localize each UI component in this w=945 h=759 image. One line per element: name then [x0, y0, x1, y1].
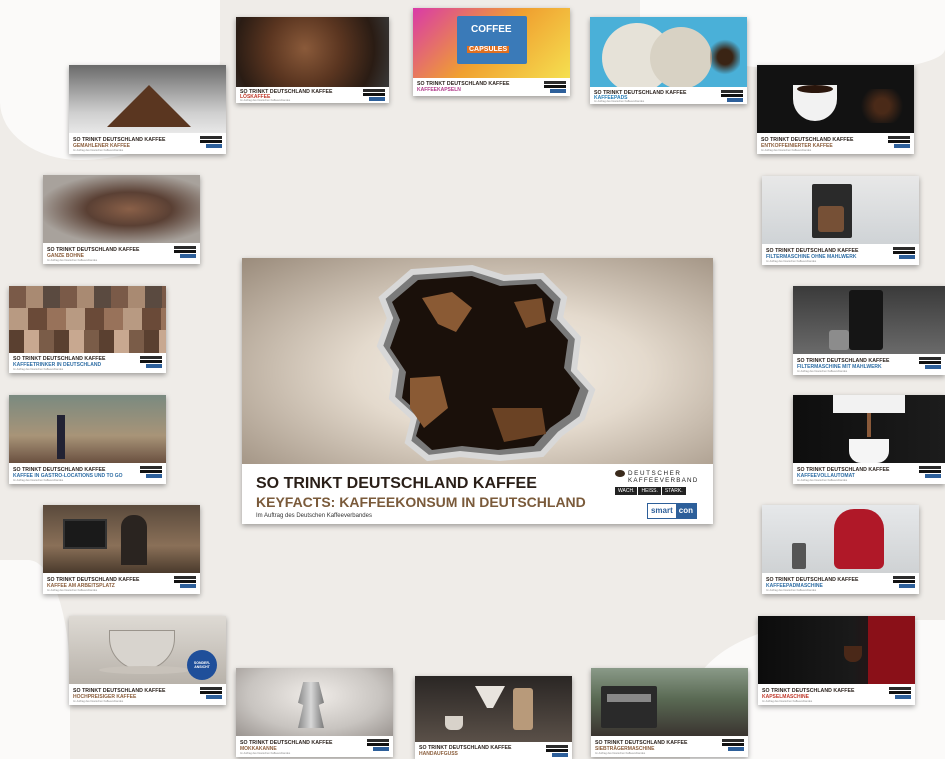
card-image [762, 505, 919, 573]
card-filtermaschine-ohne-mahlwerk[interactable]: SO TRINKT DEUTSCHLAND KAFFEE FILTERMASCH… [762, 176, 919, 265]
card-logo [174, 246, 196, 258]
main-report-card[interactable]: SO TRINKT DEUTSCHLAND KAFFEE KEYFACTS: K… [242, 258, 713, 524]
slogan-word: WACH. [615, 487, 638, 495]
card-credit: Im Auftrag des Deutschen Kaffeeverbandes [47, 259, 98, 262]
logo-line-1: DEUTSCHER [628, 470, 682, 477]
card-subtitle: KAFFEEKAPSELN [417, 87, 461, 93]
card-logo [889, 687, 911, 699]
card-credit: Im Auftrag des Deutschen Kaffeeverbandes [73, 149, 124, 152]
kaffeeverband-logo: DEUTSCHER KAFFEEVERBAND WACH. HEISS. STA… [615, 470, 697, 495]
card-credit: Im Auftrag des Deutschen Kaffeeverbandes [797, 370, 848, 373]
card-logo [721, 90, 743, 102]
card-credit: Im Auftrag des Deutschen Kaffeeverbandes [240, 99, 291, 102]
capsule-box-image: COFFEE CAPSULES [457, 16, 527, 64]
card-credit: Im Auftrag des Deutschen Kaffeeverbandes [766, 260, 817, 263]
card-loeskaffee[interactable]: SO TRINKT DEUTSCHLAND KAFFEE LÖSKAFFEE I… [236, 17, 389, 103]
card-siebtraegermaschine[interactable]: SO TRINKT DEUTSCHLAND KAFFEE SIEBTRÄGERM… [591, 668, 748, 757]
card-credit: Im Auftrag des Deutschen Kaffeeverbandes [762, 700, 813, 703]
card-image: SONDER-ANSICHT [69, 616, 226, 684]
card-image [236, 668, 393, 736]
main-commission-text: Im Auftrag des Deutschen Kaffeeverbandes [256, 513, 372, 519]
card-kaffeekapseln[interactable]: COFFEE CAPSULES SO TRINKT DEUTSCHLAND KA… [413, 8, 570, 96]
card-credit: Im Auftrag des Deutschen Kaffeeverbandes [761, 149, 812, 152]
smartcon-logo-part-a: smart [647, 504, 676, 518]
card-image [236, 17, 389, 87]
smartcon-logo: smart con [646, 503, 697, 519]
card-image [793, 286, 945, 354]
card-image [43, 175, 200, 243]
card-logo [140, 356, 162, 368]
card-credit: Im Auftrag des Deutschen Kaffeeverbandes [240, 752, 291, 755]
card-logo [200, 687, 222, 699]
capsule-box-brand: COFFEE [471, 24, 512, 35]
card-kaffeepads[interactable]: SO TRINKT DEUTSCHLAND KAFFEE KAFFEEPADS … [590, 17, 747, 104]
card-kaffee-am-arbeitsplatz[interactable]: SO TRINKT DEUTSCHLAND KAFFEE KAFFEE AM A… [43, 505, 200, 594]
card-logo [363, 89, 385, 101]
card-logo [893, 247, 915, 259]
card-credit: Im Auftrag des Deutschen Kaffeeverbandes [13, 368, 64, 371]
card-logo [919, 357, 941, 369]
card-image [43, 505, 200, 573]
card-logo [919, 466, 941, 478]
card-image [590, 17, 747, 93]
card-credit: Im Auftrag des Deutschen Kaffeeverbandes [73, 700, 124, 703]
slogan-word: STARK. [661, 487, 686, 495]
card-kaffeetrinker-in-deutschland[interactable]: SO TRINKT DEUTSCHLAND KAFFEE KAFFEETRINK… [9, 286, 166, 373]
card-image [757, 65, 914, 133]
card-credit: Im Auftrag des Deutschen Kaffeeverbandes [797, 479, 848, 482]
card-entkoffeinierter-kaffee[interactable]: SO TRINKT DEUTSCHLAND KAFFEE ENTKOFFEINI… [757, 65, 914, 154]
main-caption: SO TRINKT DEUTSCHLAND KAFFEE KEYFACTS: K… [242, 464, 713, 524]
card-kaffeevollautomat[interactable]: SO TRINKT DEUTSCHLAND KAFFEE KAFFEEVOLLA… [793, 395, 945, 484]
germany-map-illustration [376, 264, 596, 462]
card-credit: Im Auftrag des Deutschen Kaffeeverbandes [13, 479, 64, 482]
card-subtitle: HANDAUFGUSS [419, 751, 458, 757]
card-image [793, 395, 945, 463]
slogan-word: HEISS. [638, 487, 661, 495]
card-logo [367, 739, 389, 751]
card-ganze-bohne[interactable]: SO TRINKT DEUTSCHLAND KAFFEE GANZE BOHNE… [43, 175, 200, 264]
card-credit: Im Auftrag des Deutschen Kaffeeverbandes [595, 752, 646, 755]
card-mokkakanne[interactable]: SO TRINKT DEUTSCHLAND KAFFEE MOKKAKANNE … [236, 668, 393, 757]
capsule-box-word: CAPSULES [467, 46, 510, 53]
card-kaffeepadmaschine[interactable]: SO TRINKT DEUTSCHLAND KAFFEE KAFFEEPADMA… [762, 505, 919, 594]
main-subtitle: KEYFACTS: KAFFEEKONSUM IN DEUTSCHLAND [256, 494, 586, 510]
main-title: SO TRINKT DEUTSCHLAND KAFFEE [256, 475, 537, 492]
card-image [9, 286, 166, 353]
card-image [762, 176, 919, 244]
card-image [758, 616, 915, 684]
card-logo [174, 576, 196, 588]
card-image: COFFEE CAPSULES [413, 8, 570, 78]
card-logo [544, 81, 566, 93]
card-logo [722, 739, 744, 751]
coffee-bean-icon [615, 470, 625, 477]
germany-coffee-map-image [242, 258, 713, 464]
card-logo [200, 136, 222, 148]
card-hochpreisiger-kaffee[interactable]: SONDER-ANSICHT SO TRINKT DEUTSCHLAND KAF… [69, 616, 226, 705]
card-image [591, 668, 748, 736]
card-logo [140, 466, 162, 478]
logo-line-2: KAFFEEVERBAND [628, 477, 699, 484]
card-image [69, 65, 226, 133]
card-kapselmaschine[interactable]: SO TRINKT DEUTSCHLAND KAFFEE KAPSELMASCH… [758, 616, 915, 705]
sonder-ansicht-badge: SONDER-ANSICHT [187, 650, 217, 680]
card-credit: Im Auftrag des Deutschen Kaffeeverbandes [594, 100, 645, 103]
card-gemahlener-kaffee[interactable]: SO TRINKT DEUTSCHLAND KAFFEE GEMAHLENER … [69, 65, 226, 154]
smartcon-logo-part-b: con [675, 504, 696, 518]
card-filtermaschine-mit-mahlwerk[interactable]: SO TRINKT DEUTSCHLAND KAFFEE FILTERMASCH… [793, 286, 945, 375]
card-kaffee-in-gastro-locations[interactable]: SO TRINKT DEUTSCHLAND KAFFEE KAFFEE IN G… [9, 395, 166, 484]
card-logo [546, 745, 568, 757]
card-credit: Im Auftrag des Deutschen Kaffeeverbandes [766, 589, 817, 592]
card-image [415, 676, 572, 742]
card-logo [888, 136, 910, 148]
logo-slogan: WACH. HEISS. STARK. [615, 487, 697, 495]
card-credit: Im Auftrag des Deutschen Kaffeeverbandes [47, 589, 98, 592]
card-handaufguss[interactable]: SO TRINKT DEUTSCHLAND KAFFEE HANDAUFGUSS [415, 676, 572, 759]
card-logo [893, 576, 915, 588]
card-image [9, 395, 166, 463]
